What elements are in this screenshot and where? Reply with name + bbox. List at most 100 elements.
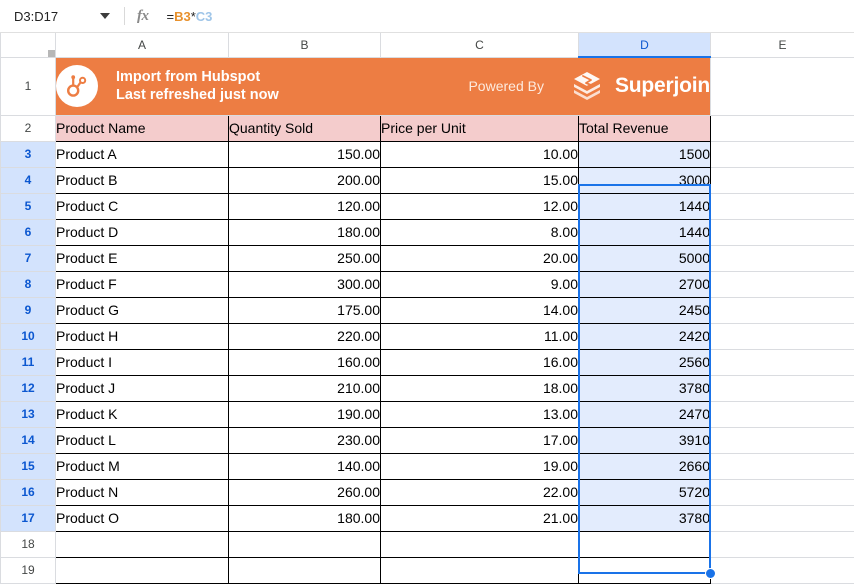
cell-b5[interactable]: 120.00 (228, 192, 381, 220)
row-header-10[interactable]: 10 (0, 322, 56, 350)
cell-c12[interactable]: 18.00 (380, 374, 579, 402)
cell-e5[interactable] (710, 192, 854, 220)
cell-d9[interactable]: 2450 (578, 296, 711, 324)
cell-b4[interactable]: 200.00 (228, 166, 381, 194)
cell-b12[interactable]: 210.00 (228, 374, 381, 402)
cell-d12[interactable]: 3780 (578, 374, 711, 402)
cell-e7[interactable] (710, 244, 854, 272)
cell-b17[interactable]: 180.00 (228, 504, 381, 532)
cell-d8[interactable]: 2700 (578, 270, 711, 298)
cell-e14[interactable] (710, 426, 854, 454)
row-header-14[interactable]: 14 (0, 426, 56, 454)
cell-e3[interactable] (710, 140, 854, 168)
cell-a13[interactable]: Product K (55, 400, 229, 428)
cell-c4[interactable]: 15.00 (380, 166, 579, 194)
cell-c15[interactable]: 19.00 (380, 452, 579, 480)
cell-c8[interactable]: 9.00 (380, 270, 579, 298)
cell-a9[interactable]: Product G (55, 296, 229, 324)
table-header-quantity-sold[interactable]: Quantity Sold (228, 114, 381, 142)
cell-b6[interactable]: 180.00 (228, 218, 381, 246)
cell-c6[interactable]: 8.00 (380, 218, 579, 246)
cell-b11[interactable]: 160.00 (228, 348, 381, 376)
cell-e12[interactable] (710, 374, 854, 402)
cell-b13[interactable]: 190.00 (228, 400, 381, 428)
cell-d6[interactable]: 1440 (578, 218, 711, 246)
cell-d17[interactable]: 3780 (578, 504, 711, 532)
cell-e6[interactable] (710, 218, 854, 246)
row-header-6[interactable]: 6 (0, 218, 56, 246)
select-all-corner[interactable] (0, 33, 56, 58)
table-header-price-per-unit[interactable]: Price per Unit (380, 114, 579, 142)
cell-d5[interactable]: 1440 (578, 192, 711, 220)
cell-b3[interactable]: 150.00 (228, 140, 381, 168)
row-header-12[interactable]: 12 (0, 374, 56, 402)
cell-e19[interactable] (710, 556, 854, 584)
cell-a5[interactable]: Product C (55, 192, 229, 220)
cell-e4[interactable] (710, 166, 854, 194)
cell-e16[interactable] (710, 478, 854, 506)
cell-a16[interactable]: Product N (55, 478, 229, 506)
cell-c11[interactable]: 16.00 (380, 348, 579, 376)
cell-a3[interactable]: Product A (55, 140, 229, 168)
name-box[interactable]: D3:D17 (0, 0, 120, 32)
row-header-15[interactable]: 15 (0, 452, 56, 480)
cell-d16[interactable]: 5720 (578, 478, 711, 506)
row-header-7[interactable]: 7 (0, 244, 56, 272)
cell-a14[interactable]: Product L (55, 426, 229, 454)
row-header-4[interactable]: 4 (0, 166, 56, 194)
cell-b15[interactable]: 140.00 (228, 452, 381, 480)
function-icon[interactable]: fx (137, 8, 149, 25)
cell-c9[interactable]: 14.00 (380, 296, 579, 324)
cell-b16[interactable]: 260.00 (228, 478, 381, 506)
column-header-e[interactable]: E (710, 33, 854, 58)
row-header-8[interactable]: 8 (0, 270, 56, 298)
row-header-1[interactable]: 1 (0, 56, 56, 116)
cell-d18[interactable] (578, 530, 711, 558)
cell-a18[interactable] (55, 530, 229, 558)
cell-c3[interactable]: 10.00 (380, 140, 579, 168)
row-header-3[interactable]: 3 (0, 140, 56, 168)
cell-a4[interactable]: Product B (55, 166, 229, 194)
cell-a7[interactable]: Product E (55, 244, 229, 272)
cell-d11[interactable]: 2560 (578, 348, 711, 376)
row-header-9[interactable]: 9 (0, 296, 56, 324)
column-header-c[interactable]: C (380, 33, 579, 58)
cell-d19[interactable] (578, 556, 711, 584)
row-header-5[interactable]: 5 (0, 192, 56, 220)
row-header-18[interactable]: 18 (0, 530, 56, 558)
cell-d15[interactable]: 2660 (578, 452, 711, 480)
column-header-a[interactable]: A (55, 33, 229, 58)
row-header-11[interactable]: 11 (0, 348, 56, 376)
cell-d14[interactable]: 3910 (578, 426, 711, 454)
spreadsheet-grid[interactable]: A B C D E 1 Import from Hubspot Last ref… (0, 33, 854, 588)
cell-e2[interactable] (710, 114, 854, 142)
column-header-b[interactable]: B (228, 33, 381, 58)
cell-a19[interactable] (55, 556, 229, 584)
row-header-19[interactable]: 19 (0, 556, 56, 584)
row-header-13[interactable]: 13 (0, 400, 56, 428)
cell-e9[interactable] (710, 296, 854, 324)
cell-a6[interactable]: Product D (55, 218, 229, 246)
chevron-down-icon[interactable] (100, 13, 110, 19)
cell-b7[interactable]: 250.00 (228, 244, 381, 272)
cell-c18[interactable] (380, 530, 579, 558)
cell-e13[interactable] (710, 400, 854, 428)
cell-e8[interactable] (710, 270, 854, 298)
cell-c7[interactable]: 20.00 (380, 244, 579, 272)
cell-e17[interactable] (710, 504, 854, 532)
cell-b19[interactable] (228, 556, 381, 584)
cell-e1[interactable] (710, 56, 854, 116)
cell-c10[interactable]: 11.00 (380, 322, 579, 350)
cell-e18[interactable] (710, 530, 854, 558)
table-header-product-name[interactable]: Product Name (55, 114, 229, 142)
cell-e11[interactable] (710, 348, 854, 376)
cell-b8[interactable]: 300.00 (228, 270, 381, 298)
cell-a17[interactable]: Product O (55, 504, 229, 532)
formula-input[interactable]: =B3*C3 (167, 9, 213, 24)
cell-b9[interactable]: 175.00 (228, 296, 381, 324)
cell-c19[interactable] (380, 556, 579, 584)
cell-a11[interactable]: Product I (55, 348, 229, 376)
cell-d7[interactable]: 5000 (578, 244, 711, 272)
cell-c17[interactable]: 21.00 (380, 504, 579, 532)
cell-e15[interactable] (710, 452, 854, 480)
